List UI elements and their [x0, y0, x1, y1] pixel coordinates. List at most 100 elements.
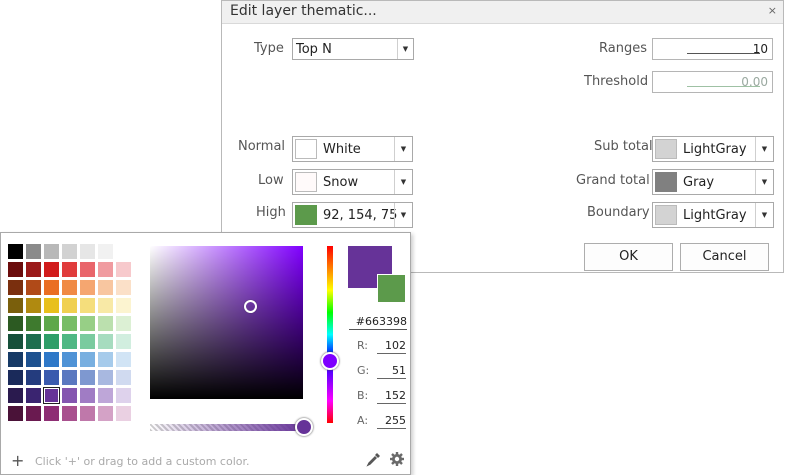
gear-icon[interactable]: [389, 451, 405, 467]
grandtotal-color-select[interactable]: Gray ▼: [652, 169, 774, 195]
palette-swatch[interactable]: [116, 388, 131, 403]
palette-swatch[interactable]: [44, 298, 59, 313]
palette-swatch[interactable]: [26, 352, 41, 367]
close-icon[interactable]: ×: [768, 4, 777, 17]
chevron-down-icon[interactable]: ▼: [394, 170, 412, 194]
palette-swatch[interactable]: [116, 406, 131, 421]
palette-swatch[interactable]: [26, 388, 41, 403]
chevron-down-icon[interactable]: ▼: [394, 137, 412, 161]
dialog-titlebar[interactable]: Edit layer thematic... ×: [222, 1, 783, 24]
palette-swatch[interactable]: [26, 334, 41, 349]
palette-swatch[interactable]: [62, 298, 77, 313]
palette-swatch[interactable]: [44, 280, 59, 295]
palette-swatch[interactable]: [62, 244, 77, 259]
palette-swatch[interactable]: [8, 262, 23, 277]
palette-swatch[interactable]: [44, 352, 59, 367]
normal-color-select[interactable]: White ▼: [292, 136, 413, 162]
palette-swatch[interactable]: [98, 262, 113, 277]
palette-swatch[interactable]: [116, 280, 131, 295]
add-custom-color-button[interactable]: +: [11, 451, 24, 470]
palette-swatch[interactable]: [98, 298, 113, 313]
palette-swatch[interactable]: [62, 388, 77, 403]
palette-swatch[interactable]: [98, 406, 113, 421]
palette-swatch[interactable]: [62, 280, 77, 295]
palette-swatch[interactable]: [80, 262, 95, 277]
cancel-button[interactable]: Cancel: [680, 243, 769, 271]
palette-swatch[interactable]: [80, 406, 95, 421]
palette-swatch[interactable]: [80, 280, 95, 295]
palette-swatch[interactable]: [116, 316, 131, 331]
palette-swatch[interactable]: [80, 334, 95, 349]
chevron-down-icon[interactable]: ▼: [755, 170, 773, 194]
palette-swatch[interactable]: [62, 406, 77, 421]
chevron-down-icon[interactable]: ▼: [397, 39, 413, 59]
palette-swatch[interactable]: [44, 406, 59, 421]
palette-swatch[interactable]: [26, 280, 41, 295]
g-input[interactable]: 51: [377, 364, 406, 379]
palette-swatch[interactable]: [8, 244, 23, 259]
palette-swatch[interactable]: [44, 370, 59, 385]
palette-swatch[interactable]: [44, 316, 59, 331]
palette-swatch[interactable]: [26, 262, 41, 277]
r-input[interactable]: 102: [377, 339, 406, 354]
high-color-select[interactable]: 92, 154, 75 ▼: [292, 202, 413, 228]
hex-input[interactable]: #663398: [349, 315, 407, 330]
old-color-preview[interactable]: [377, 274, 406, 303]
b-input[interactable]: 152: [377, 389, 406, 404]
a-input[interactable]: 255: [377, 414, 406, 429]
palette-swatch[interactable]: [62, 370, 77, 385]
palette-swatch[interactable]: [80, 316, 95, 331]
saturation-value-area[interactable]: [150, 246, 303, 399]
palette-swatch[interactable]: [26, 316, 41, 331]
palette-swatch[interactable]: [8, 406, 23, 421]
hue-slider[interactable]: [327, 246, 333, 423]
chevron-down-icon[interactable]: ▼: [755, 203, 773, 227]
palette-swatch[interactable]: [26, 370, 41, 385]
palette-swatch[interactable]: [116, 244, 131, 259]
palette-swatch[interactable]: [80, 370, 95, 385]
palette-swatch[interactable]: [26, 406, 41, 421]
palette-swatch[interactable]: [62, 262, 77, 277]
palette-swatch[interactable]: [80, 388, 95, 403]
palette-swatch[interactable]: [98, 244, 113, 259]
palette-swatch[interactable]: [8, 388, 23, 403]
palette-swatch[interactable]: [116, 262, 131, 277]
palette-swatch[interactable]: [62, 352, 77, 367]
palette-swatch[interactable]: [80, 244, 95, 259]
boundary-color-select[interactable]: LightGray ▼: [652, 202, 774, 228]
threshold-input[interactable]: 0.00: [652, 71, 773, 93]
palette-swatch[interactable]: [43, 387, 60, 404]
palette-swatch[interactable]: [98, 370, 113, 385]
palette-swatch[interactable]: [116, 298, 131, 313]
palette-swatch[interactable]: [8, 334, 23, 349]
low-color-select[interactable]: Snow ▼: [292, 169, 413, 195]
palette-swatch[interactable]: [116, 370, 131, 385]
palette-swatch[interactable]: [8, 352, 23, 367]
palette-swatch[interactable]: [62, 334, 77, 349]
palette-swatch[interactable]: [26, 298, 41, 313]
palette-swatch[interactable]: [26, 244, 41, 259]
alpha-slider-handle[interactable]: [295, 418, 313, 436]
palette-swatch[interactable]: [98, 388, 113, 403]
palette-swatch[interactable]: [116, 352, 131, 367]
palette-swatch[interactable]: [44, 334, 59, 349]
palette-swatch[interactable]: [80, 298, 95, 313]
palette-swatch[interactable]: [98, 334, 113, 349]
palette-swatch[interactable]: [98, 352, 113, 367]
palette-swatch[interactable]: [62, 316, 77, 331]
alpha-slider[interactable]: [150, 424, 305, 431]
saturation-value-cursor[interactable]: [244, 300, 257, 313]
subtotal-color-select[interactable]: LightGray ▼: [652, 136, 774, 162]
ok-button[interactable]: OK: [584, 243, 673, 271]
palette-swatch[interactable]: [44, 244, 59, 259]
palette-swatch[interactable]: [8, 316, 23, 331]
palette-swatch[interactable]: [98, 280, 113, 295]
palette-swatch[interactable]: [8, 298, 23, 313]
hue-slider-handle[interactable]: [321, 352, 339, 370]
type-select[interactable]: Top N ▼: [292, 38, 414, 60]
palette-swatch[interactable]: [8, 370, 23, 385]
ranges-input[interactable]: 10: [652, 38, 773, 60]
palette-swatch[interactable]: [98, 316, 113, 331]
eyedropper-icon[interactable]: [366, 451, 382, 467]
chevron-down-icon[interactable]: ▼: [755, 137, 773, 161]
